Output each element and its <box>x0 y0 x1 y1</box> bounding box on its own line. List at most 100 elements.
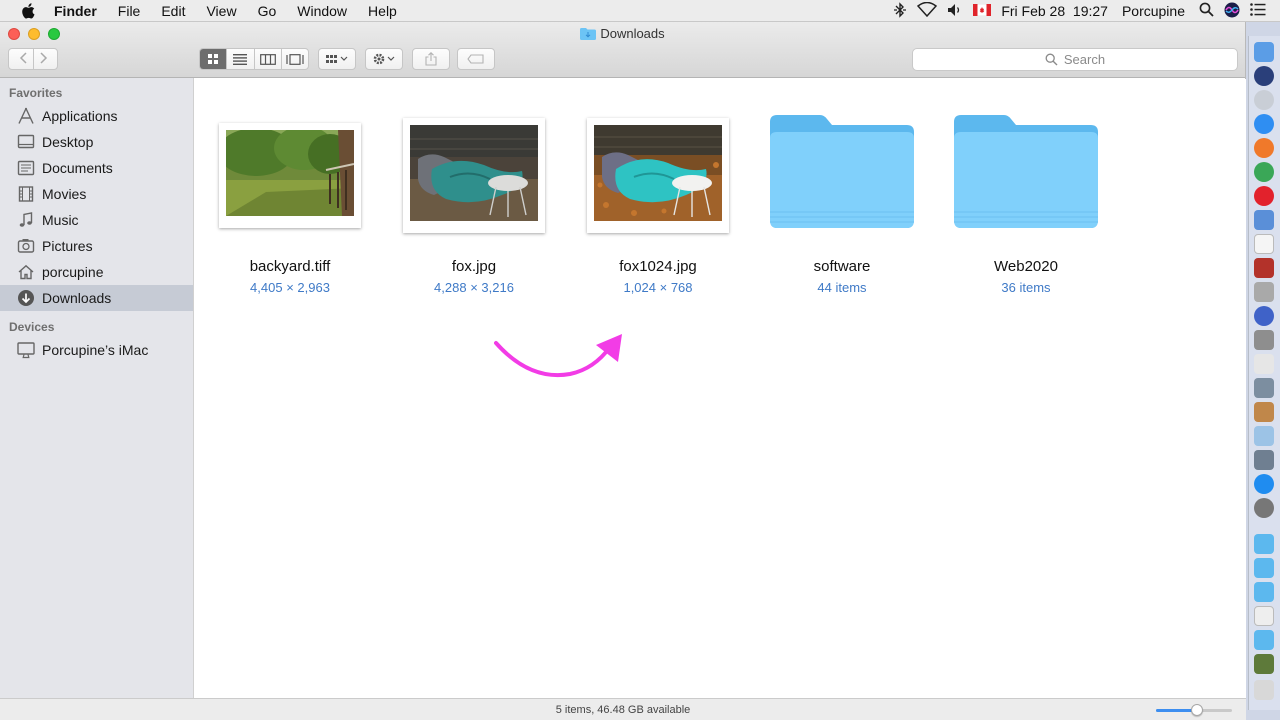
bluetooth-icon[interactable] <box>893 1 907 21</box>
annotation-arrow-icon <box>494 334 622 377</box>
nav-divider <box>32 49 34 69</box>
menu-go[interactable]: Go <box>258 3 277 19</box>
forward-button[interactable] <box>38 51 48 67</box>
folder-dock-icon[interactable] <box>1254 582 1274 602</box>
folder-icon <box>770 115 914 228</box>
view-mode-selector <box>199 48 309 70</box>
spotlight-search-icon[interactable] <box>1199 2 1214 20</box>
folder-item-software[interactable]: software 44 items <box>750 112 934 302</box>
menu-app-name[interactable]: Finder <box>54 3 97 19</box>
trash-dock-icon[interactable] <box>1254 680 1274 700</box>
gallery-view-button[interactable] <box>282 49 308 69</box>
system-preferences-dock-icon[interactable] <box>1254 498 1274 518</box>
file-thumbnail <box>198 112 382 230</box>
sidebar-item-imac[interactable]: Porcupine’s iMac <box>0 337 193 363</box>
folder-item-web2020[interactable]: Web2020 36 items <box>934 112 1118 302</box>
menu-datetime[interactable]: Fri Feb 28 19:27 <box>1001 3 1108 19</box>
list-view-button[interactable] <box>227 49 255 69</box>
folder-dock-icon[interactable] <box>1254 534 1274 554</box>
wifi-icon[interactable] <box>917 1 938 20</box>
menu-window[interactable]: Window <box>297 3 347 19</box>
movies-icon <box>16 184 36 204</box>
siri-icon[interactable] <box>1224 2 1240 21</box>
folder-icon <box>954 115 1098 228</box>
launchpad-dock-icon[interactable] <box>1254 90 1274 110</box>
pictures-icon <box>16 236 36 256</box>
menu-view[interactable]: View <box>206 3 236 19</box>
preview-dock-icon[interactable] <box>1254 210 1274 230</box>
textedit-dock-icon[interactable] <box>1254 354 1274 374</box>
file-name: backyard.tiff <box>249 258 331 275</box>
file-item-backyard[interactable]: backyard.tiff 4,405 × 2,963 <box>198 112 382 302</box>
folder-thumbnail <box>934 112 1118 230</box>
opera-dock-icon[interactable] <box>1254 186 1274 206</box>
firefox-dock-icon[interactable] <box>1254 138 1274 158</box>
status-bar: 5 items, 46.48 GB available <box>0 698 1246 720</box>
back-button[interactable] <box>19 51 29 67</box>
file-name: fox1024.jpg <box>619 258 697 275</box>
photo-editor-dock-icon[interactable] <box>1254 402 1274 422</box>
photo-browser-dock-icon[interactable] <box>1254 450 1274 470</box>
volume-icon[interactable] <box>947 3 963 20</box>
file-item-fox[interactable]: fox.jpg 4,288 × 3,216 <box>382 112 566 302</box>
screenshot-dock-icon[interactable] <box>1254 378 1274 398</box>
tags-button[interactable] <box>457 48 495 70</box>
calendar-dock-icon[interactable] <box>1254 234 1274 254</box>
column-view-button[interactable] <box>255 49 282 69</box>
app-store-dock-icon[interactable] <box>1254 474 1274 494</box>
sidebar-item-applications[interactable]: Applications <box>0 103 193 129</box>
sidebar-item-desktop[interactable]: Desktop <box>0 129 193 155</box>
input-source-flag-icon[interactable] <box>973 3 992 19</box>
file-dimensions: 1,024 × 768 <box>623 280 693 295</box>
file-name: fox.jpg <box>451 258 497 275</box>
sidebar-item-porcupine[interactable]: porcupine <box>0 259 193 285</box>
menu-file[interactable]: File <box>118 3 141 19</box>
bbedit-dock-icon[interactable] <box>1254 306 1274 326</box>
group-by-button[interactable] <box>318 48 356 70</box>
sidebar-item-movies[interactable]: Movies <box>0 181 193 207</box>
siri-dock-icon[interactable] <box>1254 66 1274 86</box>
nav-buttons <box>8 48 58 70</box>
file-thumbnail <box>382 112 566 233</box>
file-item-fox1024[interactable]: fox1024.jpg 1,024 × 768 <box>566 112 750 302</box>
share-button[interactable] <box>412 48 450 70</box>
sidebar-item-label: Movies <box>42 186 87 202</box>
sidebar-item-label: Porcupine’s iMac <box>42 342 149 358</box>
notes-dock-icon[interactable] <box>1254 282 1274 302</box>
downloads-stack-dock-icon[interactable] <box>1254 630 1274 650</box>
folder-thumbnail <box>750 112 934 230</box>
icon-view-button[interactable] <box>200 49 228 69</box>
sidebar-item-label: Pictures <box>42 238 93 254</box>
document-dock-icon[interactable] <box>1254 606 1274 626</box>
maps-dock-icon[interactable] <box>1254 426 1274 446</box>
music-icon <box>16 210 36 230</box>
file-browser-area[interactable]: backyard.tiff 4,405 × 2,963 fox.jpg 4,28… <box>195 79 1246 698</box>
safari-dock-icon[interactable] <box>1254 114 1274 134</box>
apple-menu-icon[interactable] <box>18 0 38 22</box>
menu-user[interactable]: Porcupine <box>1122 3 1185 19</box>
menu-edit[interactable]: Edit <box>161 3 185 19</box>
folder-item-count: 36 items <box>1001 280 1051 295</box>
folder-dock-icon[interactable] <box>1254 558 1274 578</box>
dictionary-dock-icon[interactable] <box>1254 258 1274 278</box>
title-bar[interactable]: Downloads Search <box>0 22 1245 78</box>
applications-icon <box>16 106 36 126</box>
sidebar-item-pictures[interactable]: Pictures <box>0 233 193 259</box>
downloads-icon <box>16 288 36 308</box>
finder-dock-icon[interactable] <box>1254 42 1274 62</box>
action-gear-button[interactable] <box>365 48 403 70</box>
sidebar-item-documents[interactable]: Documents <box>0 155 193 181</box>
notification-center-icon[interactable] <box>1250 3 1266 19</box>
sidebar: Favorites Applications Desktop Documents… <box>0 78 194 698</box>
slider-knob[interactable] <box>1191 704 1203 716</box>
image-capture-dock-icon[interactable] <box>1254 330 1274 350</box>
image-stack-dock-icon[interactable] <box>1254 654 1274 674</box>
sidebar-item-music[interactable]: Music <box>0 207 193 233</box>
sidebar-header-devices: Devices <box>9 320 55 334</box>
window-title: Downloads <box>0 26 1245 41</box>
icon-size-slider[interactable] <box>1156 704 1232 716</box>
search-field[interactable]: Search <box>912 48 1238 71</box>
sidebar-item-downloads[interactable]: Downloads <box>0 285 193 311</box>
chrome-dock-icon[interactable] <box>1254 162 1274 182</box>
menu-help[interactable]: Help <box>368 3 397 19</box>
